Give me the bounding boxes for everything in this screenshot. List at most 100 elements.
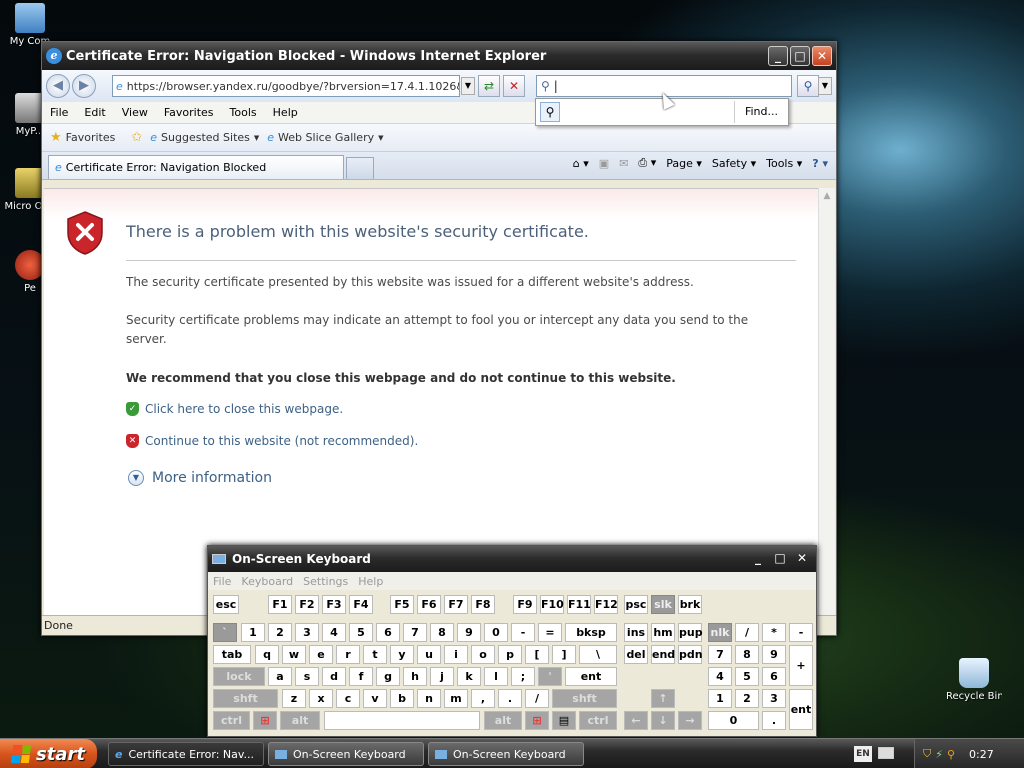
- key-n[interactable]: n: [417, 689, 441, 708]
- key-f2[interactable]: F2: [295, 595, 319, 614]
- refresh-button[interactable]: ⇄: [478, 75, 500, 97]
- key-z[interactable]: z: [282, 689, 306, 708]
- key-w[interactable]: w: [282, 645, 306, 664]
- key-d[interactable]: d: [322, 667, 346, 686]
- key-f5[interactable]: F5: [390, 595, 414, 614]
- key-x[interactable]: x: [309, 689, 333, 708]
- key-left-shift[interactable]: shft: [213, 689, 278, 708]
- key-2[interactable]: 2: [268, 623, 292, 642]
- key-esc[interactable]: esc: [213, 595, 239, 614]
- key-psc[interactable]: psc: [624, 595, 648, 614]
- key-up-arrow[interactable]: ↑: [651, 689, 675, 708]
- key-kp-multiply[interactable]: *: [762, 623, 786, 642]
- maximize-button[interactable]: □: [790, 46, 810, 66]
- key-c[interactable]: c: [336, 689, 360, 708]
- key-right-ctrl[interactable]: ctrl: [579, 711, 617, 730]
- feeds-icon[interactable]: ▣: [599, 157, 609, 170]
- key-7[interactable]: 7: [403, 623, 427, 642]
- key-left-ctrl[interactable]: ctrl: [213, 711, 250, 730]
- key-f1[interactable]: F1: [268, 595, 292, 614]
- key-right-bracket[interactable]: ]: [552, 645, 576, 664]
- osk-menu-file[interactable]: File: [208, 575, 236, 588]
- key-3[interactable]: 3: [295, 623, 319, 642]
- vertical-scrollbar[interactable]: ▲: [818, 188, 835, 620]
- key-ins[interactable]: ins: [624, 623, 648, 642]
- key-kp-3[interactable]: 3: [762, 689, 786, 708]
- key-home[interactable]: hm: [651, 623, 675, 642]
- key-kp-add[interactable]: +: [789, 645, 813, 686]
- key-pageup[interactable]: pup: [678, 623, 703, 642]
- osk-titlebar[interactable]: On-Screen Keyboard _ □ ✕: [208, 546, 816, 572]
- key-f[interactable]: f: [349, 667, 373, 686]
- key-u[interactable]: u: [417, 645, 441, 664]
- language-indicator[interactable]: EN: [854, 746, 872, 762]
- search-button[interactable]: ⚲: [797, 75, 819, 97]
- key-del[interactable]: del: [624, 645, 648, 664]
- osk-maximize-button[interactable]: □: [770, 549, 790, 569]
- security-shield-icon[interactable]: ⛉: [923, 747, 931, 761]
- key-m[interactable]: m: [444, 689, 468, 708]
- menu-file[interactable]: File: [42, 106, 76, 119]
- page-menu[interactable]: Page ▾: [666, 157, 702, 170]
- key-kp-4[interactable]: 4: [708, 667, 732, 686]
- key-kp-decimal[interactable]: .: [762, 711, 786, 730]
- key-kp-2[interactable]: 2: [735, 689, 759, 708]
- taskbar-button-ie[interactable]: e Certificate Error: Nav...: [108, 742, 264, 766]
- key-equals[interactable]: =: [538, 623, 562, 642]
- key-tab[interactable]: tab: [213, 645, 251, 664]
- search-icon[interactable]: ⚲: [540, 102, 560, 122]
- key-left-bracket[interactable]: [: [525, 645, 549, 664]
- key-q[interactable]: q: [255, 645, 279, 664]
- back-button[interactable]: ◀: [46, 74, 70, 98]
- key-r[interactable]: r: [336, 645, 360, 664]
- safety-menu[interactable]: Safety ▾: [712, 157, 756, 170]
- keyboard-layout-icon[interactable]: [878, 747, 894, 759]
- key-f6[interactable]: F6: [417, 595, 441, 614]
- web-slice-gallery-button[interactable]: e Web Slice Gallery ▼: [267, 131, 383, 144]
- home-icon[interactable]: ⌂ ▾: [573, 157, 589, 170]
- add-favorites-button[interactable]: ✩: [131, 130, 142, 145]
- menu-view[interactable]: View: [114, 106, 156, 119]
- menu-help[interactable]: Help: [265, 106, 306, 119]
- key-right-win[interactable]: ⊞: [525, 711, 549, 730]
- key-kp-6[interactable]: 6: [762, 667, 786, 686]
- key-5[interactable]: 5: [349, 623, 373, 642]
- key-p[interactable]: p: [498, 645, 522, 664]
- key-6[interactable]: 6: [376, 623, 400, 642]
- key-menu[interactable]: ▤: [552, 711, 576, 730]
- desktop-icon-recycle-bin[interactable]: Recycle Bin: [946, 658, 1002, 702]
- key-grave[interactable]: `: [213, 623, 237, 642]
- minimize-button[interactable]: _: [768, 46, 788, 66]
- new-tab-button[interactable]: [346, 157, 374, 179]
- taskbar-button-osk-2[interactable]: On-Screen Keyboard: [428, 742, 584, 766]
- network-icon[interactable]: ⚡: [935, 748, 943, 761]
- key-backspace[interactable]: bksp: [565, 623, 617, 642]
- key-f8[interactable]: F8: [471, 595, 495, 614]
- key-slash[interactable]: /: [525, 689, 549, 708]
- key-enter[interactable]: ent: [565, 667, 617, 686]
- key-end[interactable]: end: [651, 645, 675, 664]
- key-right-alt[interactable]: alt: [484, 711, 522, 730]
- search-options-dropdown[interactable]: ▼: [818, 77, 832, 95]
- key-kp-5[interactable]: 5: [735, 667, 759, 686]
- forward-button[interactable]: ▶: [72, 74, 96, 98]
- taskbar-button-osk-1[interactable]: On-Screen Keyboard: [268, 742, 424, 766]
- stop-button[interactable]: ✕: [503, 75, 525, 97]
- key-kp-8[interactable]: 8: [735, 645, 759, 664]
- start-button[interactable]: start: [0, 739, 97, 768]
- osk-minimize-button[interactable]: _: [748, 549, 768, 569]
- key-comma[interactable]: ,: [471, 689, 495, 708]
- key-minus[interactable]: -: [511, 623, 535, 642]
- suggested-sites-button[interactable]: e Suggested Sites ▼: [150, 131, 259, 144]
- key-kp-7[interactable]: 7: [708, 645, 732, 664]
- osk-close-button[interactable]: ✕: [792, 549, 812, 569]
- key-v[interactable]: v: [363, 689, 387, 708]
- key-right-arrow[interactable]: →: [678, 711, 702, 730]
- key-0[interactable]: 0: [484, 623, 508, 642]
- key-capslock[interactable]: lock: [213, 667, 265, 686]
- key-kp-9[interactable]: 9: [762, 645, 786, 664]
- key-semicolon[interactable]: ;: [511, 667, 535, 686]
- key-numlock[interactable]: nlk: [708, 623, 732, 642]
- key-f9[interactable]: F9: [513, 595, 537, 614]
- key-f12[interactable]: F12: [594, 595, 618, 614]
